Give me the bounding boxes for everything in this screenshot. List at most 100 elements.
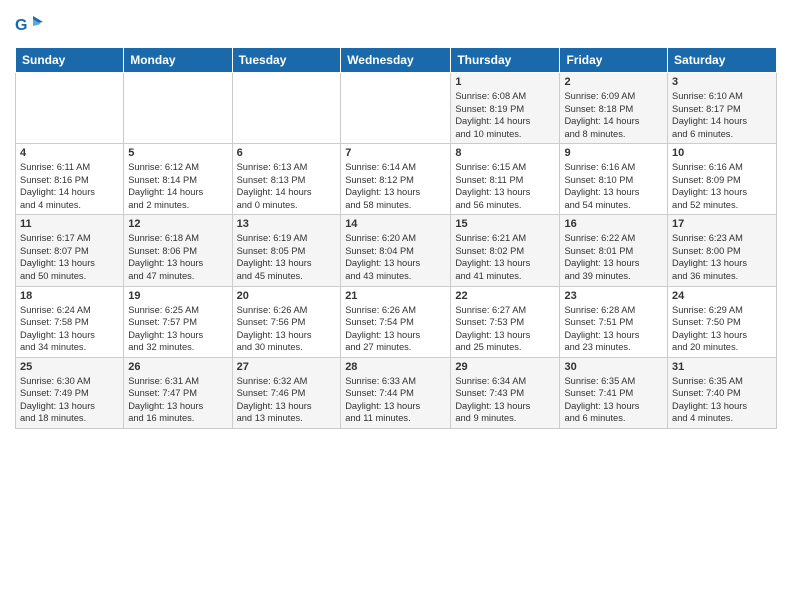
calendar-cell: 24 Sunrise: 6:29 AM Sunset: 7:50 PM Dayli…: [668, 286, 777, 357]
day-info: Sunrise: 6:23 AM Sunset: 8:00 PM Dayligh…: [672, 232, 772, 282]
logo-icon: G: [15, 14, 43, 41]
calendar-cell: 1Sunrise: 6:08 AM Sunset: 8:19 PM Daylig…: [451, 73, 560, 144]
calendar-cell: [16, 73, 124, 144]
day-info: Sunrise: 6:12 AM Sunset: 8:14 PM Dayligh…: [128, 161, 227, 211]
day-number: 14: [345, 218, 446, 230]
day-number: 21: [345, 290, 446, 302]
day-number: 13: [237, 218, 337, 230]
day-info: Sunrise: 6:29 AM Sunset: 7:50 PM Dayligh…: [672, 304, 772, 354]
day-number: 19: [128, 290, 227, 302]
day-info: Sunrise: 6:35 AM Sunset: 7:40 PM Dayligh…: [672, 375, 772, 425]
calendar-cell: [341, 73, 451, 144]
day-number: 10: [672, 147, 772, 159]
calendar-cell: 6 Sunrise: 6:13 AM Sunset: 8:13 PM Daylig…: [232, 144, 341, 215]
calendar-cell: 13 Sunrise: 6:19 AM Sunset: 8:05 PM Dayli…: [232, 215, 341, 286]
day-number: 7: [345, 147, 446, 159]
calendar-cell: 7 Sunrise: 6:14 AM Sunset: 8:12 PM Daylig…: [341, 144, 451, 215]
calendar-cell: 12 Sunrise: 6:18 AM Sunset: 8:06 PM Dayli…: [124, 215, 232, 286]
calendar-cell: 9Sunrise: 6:16 AM Sunset: 8:10 PM Daylig…: [560, 144, 668, 215]
day-info: Sunrise: 6:24 AM Sunset: 7:58 PM Dayligh…: [20, 304, 119, 354]
day-info: Sunrise: 6:28 AM Sunset: 7:51 PM Dayligh…: [564, 304, 663, 354]
calendar-cell: 23 Sunrise: 6:28 AM Sunset: 7:51 PM Dayli…: [560, 286, 668, 357]
calendar-cell: 3 Sunrise: 6:10 AM Sunset: 8:17 PM Daylig…: [668, 73, 777, 144]
calendar-cell: 29 Sunrise: 6:34 AM Sunset: 7:43 PM Dayli…: [451, 357, 560, 428]
day-info: Sunrise: 6:25 AM Sunset: 7:57 PM Dayligh…: [128, 304, 227, 354]
day-info: Sunrise: 6:21 AM Sunset: 8:02 PM Dayligh…: [455, 232, 555, 282]
calendar-week-3: 11Sunrise: 6:17 AM Sunset: 8:07 PM Dayli…: [16, 215, 777, 286]
calendar-cell: 26 Sunrise: 6:31 AM Sunset: 7:47 PM Dayli…: [124, 357, 232, 428]
calendar-week-5: 25Sunrise: 6:30 AM Sunset: 7:49 PM Dayli…: [16, 357, 777, 428]
day-info: Sunrise: 6:33 AM Sunset: 7:44 PM Dayligh…: [345, 375, 446, 425]
calendar-cell: 22Sunrise: 6:27 AM Sunset: 7:53 PM Dayli…: [451, 286, 560, 357]
page: G SundayMondayTuesdayWednesdayThursdayFr…: [0, 0, 792, 439]
weekday-header-friday: Friday: [560, 48, 668, 73]
day-info: Sunrise: 6:27 AM Sunset: 7:53 PM Dayligh…: [455, 304, 555, 354]
calendar-cell: 17 Sunrise: 6:23 AM Sunset: 8:00 PM Dayli…: [668, 215, 777, 286]
calendar-cell: 31 Sunrise: 6:35 AM Sunset: 7:40 PM Dayli…: [668, 357, 777, 428]
day-number: 1: [455, 76, 555, 88]
day-info: Sunrise: 6:13 AM Sunset: 8:13 PM Dayligh…: [237, 161, 337, 211]
day-info: Sunrise: 6:11 AM Sunset: 8:16 PM Dayligh…: [20, 161, 119, 211]
calendar-cell: 10Sunrise: 6:16 AM Sunset: 8:09 PM Dayli…: [668, 144, 777, 215]
calendar-week-1: 1Sunrise: 6:08 AM Sunset: 8:19 PM Daylig…: [16, 73, 777, 144]
day-number: 16: [564, 218, 663, 230]
calendar-cell: 8Sunrise: 6:15 AM Sunset: 8:11 PM Daylig…: [451, 144, 560, 215]
calendar-cell: 15Sunrise: 6:21 AM Sunset: 8:02 PM Dayli…: [451, 215, 560, 286]
day-info: Sunrise: 6:19 AM Sunset: 8:05 PM Dayligh…: [237, 232, 337, 282]
day-info: Sunrise: 6:10 AM Sunset: 8:17 PM Dayligh…: [672, 90, 772, 140]
day-number: 26: [128, 361, 227, 373]
day-number: 5: [128, 147, 227, 159]
day-number: 25: [20, 361, 119, 373]
day-number: 18: [20, 290, 119, 302]
calendar-week-2: 4Sunrise: 6:11 AM Sunset: 8:16 PM Daylig…: [16, 144, 777, 215]
calendar-cell: 27Sunrise: 6:32 AM Sunset: 7:46 PM Dayli…: [232, 357, 341, 428]
day-number: 29: [455, 361, 555, 373]
weekday-header-tuesday: Tuesday: [232, 48, 341, 73]
calendar-table: SundayMondayTuesdayWednesdayThursdayFrid…: [15, 47, 777, 429]
day-number: 17: [672, 218, 772, 230]
header: G: [15, 10, 777, 41]
calendar-header-row: SundayMondayTuesdayWednesdayThursdayFrid…: [16, 48, 777, 73]
day-info: Sunrise: 6:35 AM Sunset: 7:41 PM Dayligh…: [564, 375, 663, 425]
calendar-cell: 14Sunrise: 6:20 AM Sunset: 8:04 PM Dayli…: [341, 215, 451, 286]
day-info: Sunrise: 6:14 AM Sunset: 8:12 PM Dayligh…: [345, 161, 446, 211]
calendar-cell: 16 Sunrise: 6:22 AM Sunset: 8:01 PM Dayli…: [560, 215, 668, 286]
day-number: 30: [564, 361, 663, 373]
weekday-header-saturday: Saturday: [668, 48, 777, 73]
day-info: Sunrise: 6:15 AM Sunset: 8:11 PM Dayligh…: [455, 161, 555, 211]
day-info: Sunrise: 6:17 AM Sunset: 8:07 PM Dayligh…: [20, 232, 119, 282]
calendar-cell: [232, 73, 341, 144]
day-number: 3: [672, 76, 772, 88]
day-info: Sunrise: 6:31 AM Sunset: 7:47 PM Dayligh…: [128, 375, 227, 425]
day-number: 28: [345, 361, 446, 373]
calendar-cell: 25Sunrise: 6:30 AM Sunset: 7:49 PM Dayli…: [16, 357, 124, 428]
svg-text:G: G: [15, 17, 27, 34]
calendar-cell: 4Sunrise: 6:11 AM Sunset: 8:16 PM Daylig…: [16, 144, 124, 215]
calendar-cell: 2 Sunrise: 6:09 AM Sunset: 8:18 PM Daylig…: [560, 73, 668, 144]
weekday-header-monday: Monday: [124, 48, 232, 73]
calendar-week-4: 18 Sunrise: 6:24 AM Sunset: 7:58 PM Dayli…: [16, 286, 777, 357]
calendar-cell: 11Sunrise: 6:17 AM Sunset: 8:07 PM Dayli…: [16, 215, 124, 286]
calendar-cell: 28 Sunrise: 6:33 AM Sunset: 7:44 PM Dayli…: [341, 357, 451, 428]
day-number: 2: [564, 76, 663, 88]
day-info: Sunrise: 6:34 AM Sunset: 7:43 PM Dayligh…: [455, 375, 555, 425]
calendar-cell: [124, 73, 232, 144]
day-number: 24: [672, 290, 772, 302]
day-info: Sunrise: 6:26 AM Sunset: 7:54 PM Dayligh…: [345, 304, 446, 354]
day-number: 12: [128, 218, 227, 230]
day-info: Sunrise: 6:09 AM Sunset: 8:18 PM Dayligh…: [564, 90, 663, 140]
day-number: 23: [564, 290, 663, 302]
day-info: Sunrise: 6:16 AM Sunset: 8:10 PM Dayligh…: [564, 161, 663, 211]
calendar-cell: 19 Sunrise: 6:25 AM Sunset: 7:57 PM Dayli…: [124, 286, 232, 357]
day-number: 20: [237, 290, 337, 302]
day-info: Sunrise: 6:18 AM Sunset: 8:06 PM Dayligh…: [128, 232, 227, 282]
logo: G: [15, 14, 45, 41]
calendar-cell: 5 Sunrise: 6:12 AM Sunset: 8:14 PM Daylig…: [124, 144, 232, 215]
day-number: 6: [237, 147, 337, 159]
weekday-header-wednesday: Wednesday: [341, 48, 451, 73]
day-info: Sunrise: 6:22 AM Sunset: 8:01 PM Dayligh…: [564, 232, 663, 282]
day-number: 27: [237, 361, 337, 373]
day-info: Sunrise: 6:26 AM Sunset: 7:56 PM Dayligh…: [237, 304, 337, 354]
weekday-header-thursday: Thursday: [451, 48, 560, 73]
day-number: 31: [672, 361, 772, 373]
